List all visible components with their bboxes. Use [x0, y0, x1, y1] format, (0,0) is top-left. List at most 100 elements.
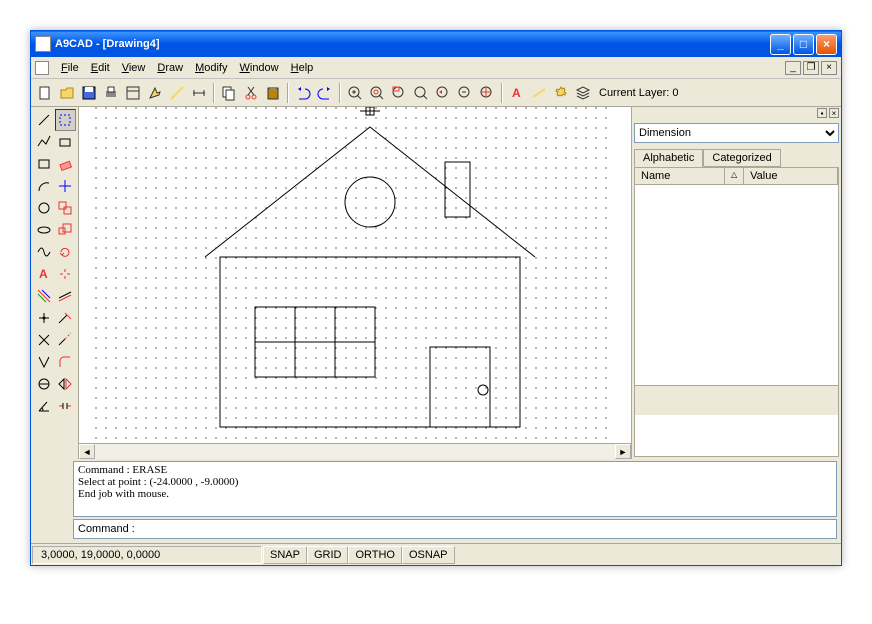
trim-tool[interactable] [55, 307, 77, 329]
polyline-tool[interactable] [33, 131, 55, 153]
menu-modify[interactable]: Modify [189, 60, 233, 76]
mdi-restore-button[interactable]: ❐ [803, 61, 819, 75]
redo-button[interactable] [315, 83, 335, 103]
main-toolbar: A Current Layer: 0 [31, 79, 841, 107]
current-layer-label: Current Layer: 0 [595, 87, 682, 99]
dim-linear-tool[interactable] [33, 351, 55, 373]
text-style-button[interactable]: A [507, 83, 527, 103]
extend-tool[interactable] [55, 329, 77, 351]
offset-tool[interactable] [55, 285, 77, 307]
save-button[interactable] [79, 83, 99, 103]
paste-button[interactable] [263, 83, 283, 103]
command-line[interactable]: Command : [73, 519, 837, 539]
circle-tool[interactable] [33, 197, 55, 219]
mirror-tool[interactable] [55, 373, 77, 395]
rectangle-tool[interactable] [55, 131, 77, 153]
column-value[interactable]: Value [744, 168, 838, 184]
canvas-area: ◄ ► [79, 107, 631, 459]
arc-tool[interactable] [33, 175, 55, 197]
pan-button[interactable] [477, 83, 497, 103]
panel-pin-icon[interactable]: ▪ [817, 108, 827, 118]
text-tool[interactable]: A [33, 263, 55, 285]
menu-help[interactable]: Help [285, 60, 320, 76]
dim-aligned-tool[interactable] [33, 373, 55, 395]
menu-draw[interactable]: Draw [151, 60, 189, 76]
copy-tool[interactable] [55, 197, 77, 219]
column-name[interactable]: Name [635, 168, 725, 184]
break-tool[interactable] [55, 395, 77, 417]
app-icon [35, 36, 51, 52]
menu-window[interactable]: Window [233, 60, 284, 76]
command-history: Command : ERASE Select at point : (-24.0… [73, 461, 837, 517]
ellipse-tool[interactable] [33, 219, 55, 241]
svg-text:A: A [512, 86, 521, 100]
panel-close-button[interactable]: × [829, 108, 839, 118]
line-tool[interactable] [33, 109, 55, 131]
properties-grid[interactable]: Name △ Value [634, 167, 839, 457]
select-tool[interactable] [55, 109, 77, 131]
polygon-tool[interactable] [33, 153, 55, 175]
drawing-canvas[interactable] [79, 107, 631, 443]
cut-button[interactable] [241, 83, 261, 103]
explode-tool[interactable] [55, 263, 77, 285]
menu-view[interactable]: View [116, 60, 152, 76]
open-button[interactable] [57, 83, 77, 103]
osnap-toggle[interactable]: OSNAP [402, 546, 455, 564]
horizontal-scrollbar[interactable]: ◄ ► [79, 443, 631, 459]
statusbar: 3,0000, 19,0000, 0,0000 SNAP GRID ORTHO … [31, 543, 841, 565]
tab-alphabetic[interactable]: Alphabetic [634, 149, 703, 167]
settings-button[interactable] [551, 83, 571, 103]
minimize-button[interactable]: _ [770, 34, 791, 55]
maximize-button[interactable]: □ [793, 34, 814, 55]
dim-angular-tool[interactable] [33, 395, 55, 417]
menubar: File Edit View Draw Modify Window Help _… [31, 57, 841, 79]
property-description [635, 385, 838, 415]
menu-edit[interactable]: Edit [85, 60, 116, 76]
window-title: A9CAD - [Drawing4] [55, 38, 768, 50]
move-tool[interactable] [55, 175, 77, 197]
document-icon[interactable] [35, 61, 49, 75]
mdi-minimize-button[interactable]: _ [785, 61, 801, 75]
rotate-tool[interactable] [55, 241, 77, 263]
zoom-window-button[interactable] [389, 83, 409, 103]
scroll-right-button[interactable]: ► [615, 444, 631, 459]
close-button[interactable]: × [816, 34, 837, 55]
properties-button[interactable] [123, 83, 143, 103]
zoom-extents-button[interactable] [367, 83, 387, 103]
zoom-in-button[interactable] [345, 83, 365, 103]
dim-style-button[interactable] [529, 83, 549, 103]
zoom-previous-button[interactable] [433, 83, 453, 103]
snap-toggle[interactable]: SNAP [263, 546, 307, 564]
point-tool[interactable] [33, 307, 55, 329]
zoom-realtime-button[interactable] [411, 83, 431, 103]
spline-tool[interactable] [33, 241, 55, 263]
ortho-toggle[interactable]: ORTHO [348, 546, 402, 564]
mdi-close-button[interactable]: × [821, 61, 837, 75]
dimension-button[interactable] [189, 83, 209, 103]
copy-button[interactable] [219, 83, 239, 103]
tab-categorized[interactable]: Categorized [703, 149, 780, 167]
zoom-out-button[interactable] [455, 83, 475, 103]
measure-button[interactable] [167, 83, 187, 103]
pick-button[interactable] [145, 83, 165, 103]
scale-tool[interactable] [55, 219, 77, 241]
new-button[interactable] [35, 83, 55, 103]
print-button[interactable] [101, 83, 121, 103]
erase-tool[interactable] [55, 153, 77, 175]
menu-file[interactable]: File [55, 60, 85, 76]
command-input[interactable] [139, 523, 832, 535]
hatch-tool[interactable] [33, 285, 55, 307]
image-tool[interactable] [33, 329, 55, 351]
scroll-left-button[interactable]: ◄ [79, 444, 95, 459]
layers-button[interactable] [573, 83, 593, 103]
tool-palette: A [31, 107, 79, 459]
undo-button[interactable] [293, 83, 313, 103]
object-type-dropdown[interactable]: Dimension [634, 123, 839, 143]
coordinates-pane: 3,0000, 19,0000, 0,0000 [32, 546, 262, 564]
properties-panel: ▪× Dimension Alphabetic Categorized Name… [631, 107, 841, 459]
grid-toggle[interactable]: GRID [307, 546, 349, 564]
sort-icon[interactable]: △ [725, 168, 744, 184]
command-prompt: Command : [78, 523, 135, 535]
titlebar: A9CAD - [Drawing4] _ □ × [31, 31, 841, 57]
fillet-tool[interactable] [55, 351, 77, 373]
